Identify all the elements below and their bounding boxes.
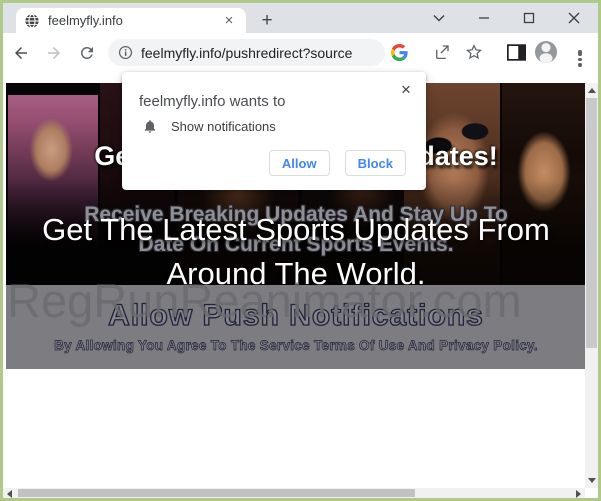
reload-button[interactable] (72, 38, 102, 68)
permission-text: Show notifications (171, 119, 276, 134)
popup-permission-row: Show notifications (142, 118, 276, 134)
maximize-button[interactable] (506, 3, 551, 33)
bookmark-star-icon[interactable] (459, 37, 489, 67)
site-info-icon[interactable] (118, 45, 133, 60)
watermark-text: RegRunReanimator.com (7, 273, 522, 328)
tab-search-chevron-icon[interactable] (416, 3, 461, 33)
navigation-toolbar: feelmyfly.info/pushredirect?source (3, 33, 598, 72)
tab-title: feelmyfly.info (48, 13, 220, 28)
menu-dots-icon[interactable] (565, 37, 595, 67)
profile-avatar[interactable] (531, 37, 561, 67)
scroll-up-arrow-icon[interactable] (588, 88, 596, 93)
browser-window: feelmyfly.info × + (0, 0, 601, 501)
minimize-button[interactable] (461, 3, 506, 33)
popup-title: feelmyfly.info wants to (139, 93, 285, 110)
block-button[interactable]: Block (345, 150, 406, 176)
new-tab-button[interactable]: + (255, 9, 279, 33)
horizontal-scrollbar[interactable] (3, 488, 585, 498)
address-bar[interactable]: feelmyfly.info/pushredirect?source (108, 39, 385, 66)
tab-close-icon[interactable]: × (220, 12, 238, 30)
popup-close-icon[interactable]: × (396, 80, 416, 100)
share-icon[interactable] (427, 37, 457, 67)
banner-terms: By Allowing You Agree To The Service Ter… (6, 338, 586, 353)
popup-buttons: Allow Block (269, 150, 406, 176)
tab-strip: feelmyfly.info × + (3, 3, 598, 33)
forward-button[interactable] (39, 38, 69, 68)
google-extension-icon[interactable] (384, 37, 414, 67)
main-headline-line1: Get The Latest Sports Updates From (6, 212, 586, 248)
vertical-scrollbar[interactable] (585, 83, 598, 488)
scroll-right-arrow-icon[interactable] (576, 490, 581, 498)
scroll-down-arrow-icon[interactable] (588, 478, 596, 483)
vertical-scroll-thumb[interactable] (586, 98, 597, 348)
browser-tab[interactable]: feelmyfly.info × (16, 8, 246, 33)
notification-permission-popup: × feelmyfly.info wants to Show notificat… (122, 72, 426, 190)
allow-button[interactable]: Allow (269, 150, 330, 176)
window-controls (416, 3, 596, 33)
close-window-button[interactable] (551, 3, 596, 33)
horizontal-scroll-thumb[interactable] (18, 489, 415, 497)
url-text: feelmyfly.info/pushredirect?source (141, 45, 352, 61)
bell-icon (142, 118, 158, 134)
scroll-left-arrow-icon[interactable] (7, 490, 12, 498)
side-panel-icon[interactable] (501, 37, 531, 67)
back-button[interactable] (6, 38, 36, 68)
globe-favicon-icon (24, 13, 40, 29)
